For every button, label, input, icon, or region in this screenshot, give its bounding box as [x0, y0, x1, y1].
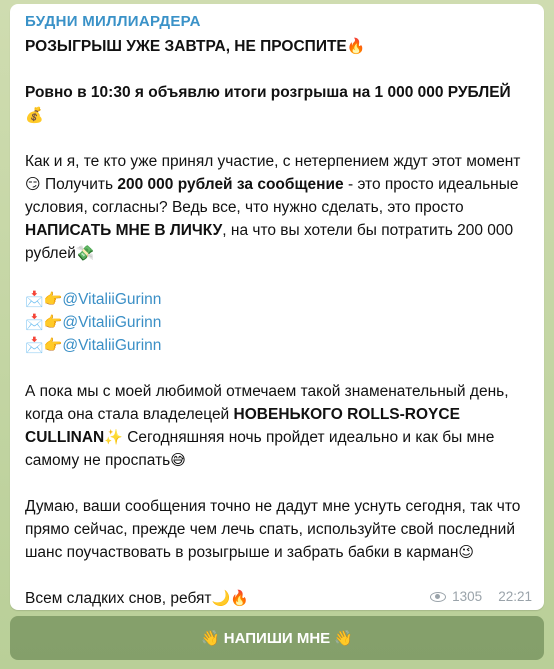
- waving-hand-icon: 👋: [201, 629, 220, 647]
- wink-icon: 😉: [458, 543, 475, 561]
- envelope-pointing-icon: 📩👉: [25, 290, 63, 308]
- money-bag-icon: 💰: [25, 106, 44, 124]
- write-me-label: НАПИШИ МНЕ: [223, 629, 331, 647]
- user-link[interactable]: @VitaliiGurinn: [62, 291, 161, 308]
- envelope-pointing-icon: 📩👉: [25, 336, 63, 354]
- link-line: 📩👉@VitaliiGurinn: [25, 334, 532, 357]
- user-link[interactable]: @VitaliiGurinn: [62, 337, 161, 354]
- sparkles-icon: ✨: [104, 428, 123, 446]
- message-bubble: БУДНИ МИЛЛИАРДЕРА РОЗЫГРЫШ УЖЕ ЗАВТРА, Н…: [10, 4, 544, 610]
- sweat-smile-icon: 😅: [170, 451, 186, 469]
- moon-fire-icon: 🌙🔥: [211, 589, 249, 607]
- write-me-button[interactable]: 👋 НАПИШИ МНЕ 👋: [10, 616, 544, 660]
- message-meta: 1305 22:21: [430, 589, 532, 604]
- envelope-pointing-icon: 📩👉: [25, 313, 63, 331]
- link-line: 📩👉@VitaliiGurinn: [25, 288, 532, 311]
- message-body: РОЗЫГРЫШ УЖЕ ЗАВТРА, НЕ ПРОСПИТЕ🔥 Ровно …: [25, 35, 532, 610]
- link-line: 📩👉@VitaliiGurinn: [25, 311, 532, 334]
- money-wings-icon: 💸: [75, 244, 95, 262]
- channel-name[interactable]: БУДНИ МИЛЛИАРДЕРА: [25, 12, 532, 32]
- paragraph-3: Думаю, ваши сообщения точно не дадут мне…: [25, 498, 521, 561]
- paragraph-2: А пока мы с моей любимой отмечаем такой …: [25, 383, 509, 469]
- headline: РОЗЫГРЫШ УЖЕ ЗАВТРА, НЕ ПРОСПИТЕ🔥: [25, 37, 366, 55]
- eye-icon: [430, 591, 447, 602]
- user-link[interactable]: @VitaliiGurinn: [62, 314, 161, 331]
- waving-hand-icon: 👋: [334, 629, 353, 647]
- paragraph-1: Как и я, те кто уже принял участие, с не…: [25, 153, 521, 262]
- view-count: 1305: [452, 589, 483, 604]
- fire-icon: 🔥: [346, 37, 366, 55]
- message-time: 22:21: [498, 589, 532, 604]
- smirk-icon: 😏: [25, 175, 41, 193]
- announcement: Ровно в 10:30 я объявлю итоги розгрыша н…: [25, 84, 511, 124]
